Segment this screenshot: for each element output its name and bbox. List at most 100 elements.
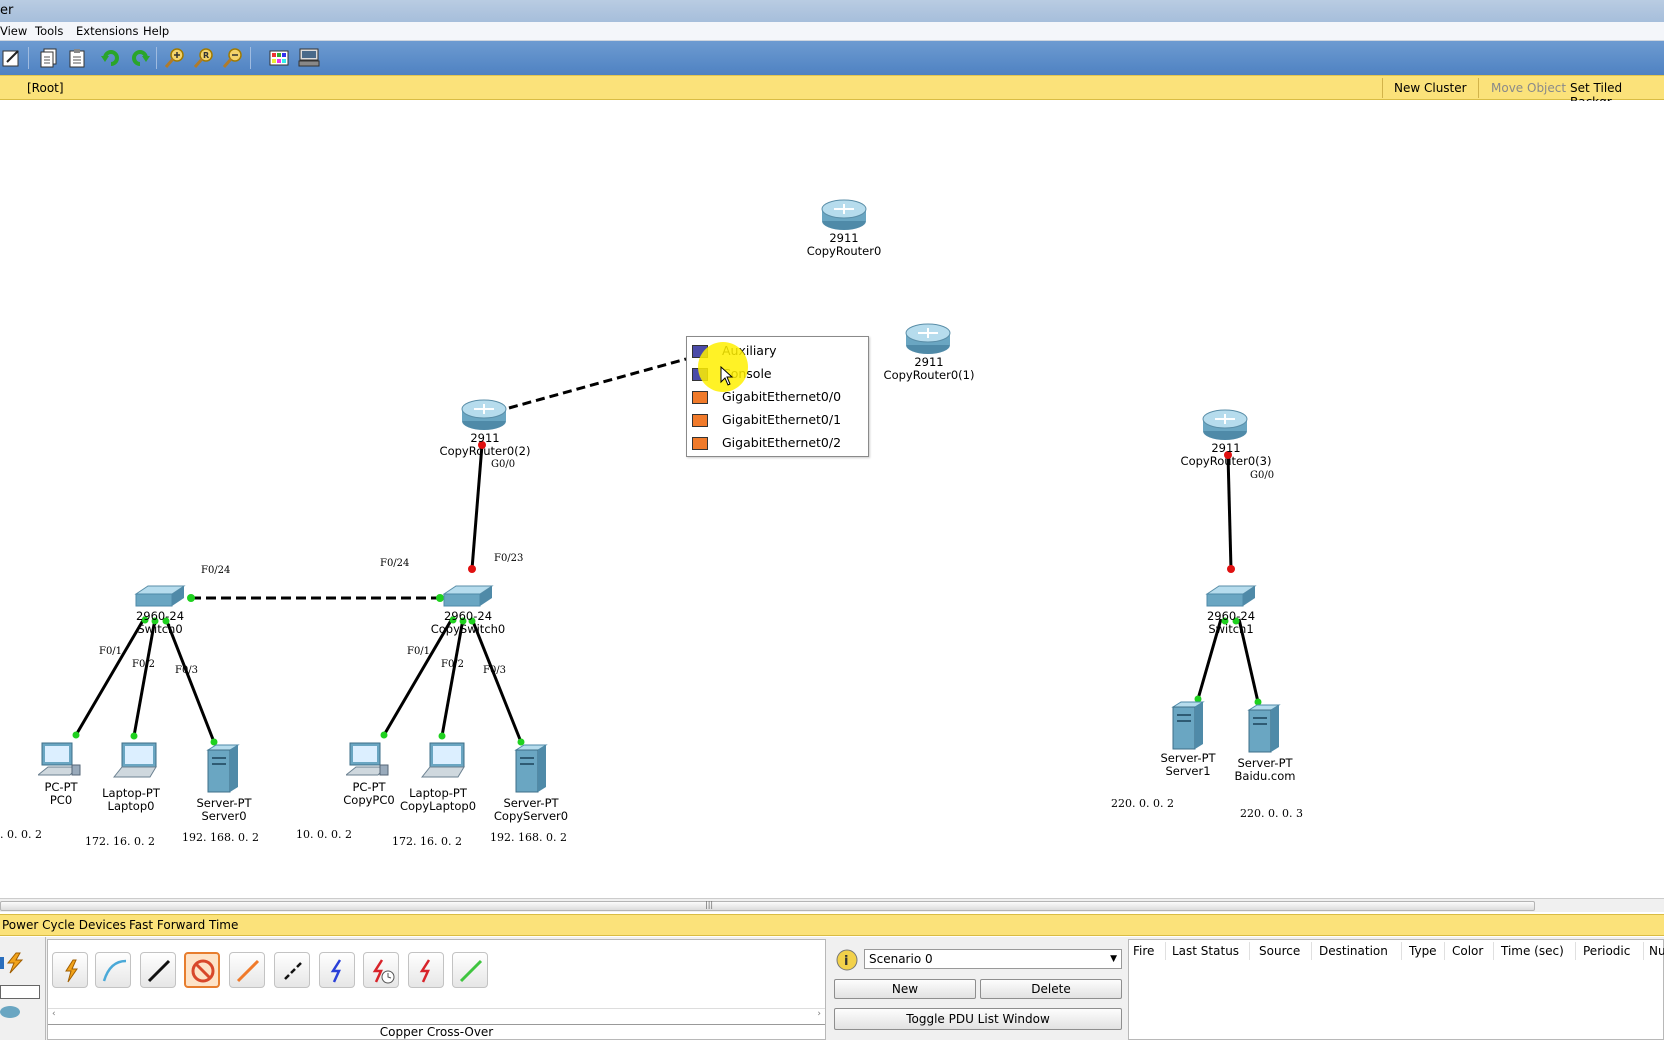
zoom-reset-icon[interactable]: R xyxy=(192,46,216,70)
copylaptop0-label: Laptop-PT CopyLaptop0 xyxy=(399,786,477,813)
laptop0-label: Laptop-PT Laptop0 xyxy=(102,786,160,813)
scenario-select[interactable]: Scenario 0 ▼ xyxy=(864,949,1122,969)
root-label[interactable]: [Root] xyxy=(27,81,64,95)
delete-scenario-button[interactable]: Delete xyxy=(980,979,1122,999)
pc-icon[interactable] xyxy=(346,741,392,781)
connection-panel-scrollbar[interactable]: ‹ › xyxy=(48,1008,825,1022)
switch1-label: 2960-24 Switch1 xyxy=(1206,609,1256,636)
router1-label: 2911 CopyRouter0(1) xyxy=(883,355,975,382)
console-cable[interactable] xyxy=(508,357,687,410)
move-object-button[interactable]: Move Object xyxy=(1491,81,1566,95)
server-icon[interactable] xyxy=(514,744,548,794)
fiber-button[interactable] xyxy=(229,952,265,988)
copy-icon[interactable] xyxy=(37,46,61,70)
svg-text:R: R xyxy=(203,51,209,60)
pdu-column-source[interactable]: Source xyxy=(1259,944,1300,958)
cloud-icon xyxy=(0,1006,20,1018)
link-copyswitch0-copyserver0[interactable] xyxy=(470,618,523,743)
port-menu-item-gig02[interactable]: GigabitEthernet0/2 xyxy=(687,432,870,455)
router2-label: 2911 CopyRouter0(2) xyxy=(439,431,531,458)
pdu-column-periodic[interactable]: Periodic xyxy=(1583,944,1630,958)
copper-straight-button[interactable] xyxy=(140,952,176,988)
copyswitch0-label: 2960-24 CopySwitch0 xyxy=(430,609,506,636)
server1-label: Server-PT Server1 xyxy=(1160,751,1216,778)
zoom-in-icon[interactable] xyxy=(163,46,187,70)
router-icon[interactable] xyxy=(460,399,508,431)
device-dialog-icon[interactable] xyxy=(297,46,321,70)
switch0-label: 2960-24 Switch0 xyxy=(135,609,185,636)
link-router2-copyswitch0[interactable] xyxy=(470,444,484,570)
new-cluster-button[interactable]: New Cluster xyxy=(1394,81,1467,95)
pdu-column-type[interactable]: Type xyxy=(1409,944,1437,958)
redo-icon[interactable] xyxy=(128,46,152,70)
menu-tools[interactable]: Tools xyxy=(35,24,63,38)
auto-connection-button[interactable] xyxy=(52,952,88,988)
workspace-horizontal-scrollbar[interactable]: ||| xyxy=(0,898,1664,912)
address-label: 220. 0. 0. 3 xyxy=(1240,807,1303,820)
paste-icon[interactable] xyxy=(66,46,90,70)
pdu-column-fire[interactable]: Fire xyxy=(1133,944,1154,958)
switch-icon[interactable] xyxy=(442,584,494,610)
undo-icon[interactable] xyxy=(99,46,123,70)
link-copyswitch0-copylaptop0[interactable] xyxy=(440,618,465,737)
pdu-column-last-status[interactable]: Last Status xyxy=(1172,944,1239,958)
new-scenario-button[interactable]: New xyxy=(834,979,976,999)
menu-bar: View Tools Extensions Help xyxy=(0,22,1664,41)
address-label: 192. 168. 0. 2 xyxy=(490,831,567,844)
server-icon[interactable] xyxy=(1247,704,1281,754)
palette-icon[interactable] xyxy=(267,46,291,70)
port-label: F0/24 xyxy=(201,565,231,576)
serial-dte-button[interactable] xyxy=(408,952,444,988)
pdu-column-color[interactable]: Color xyxy=(1452,944,1483,958)
laptop-icon[interactable] xyxy=(420,741,468,781)
fast-forward-button[interactable]: Fast Forward Time xyxy=(129,918,238,932)
pencil-new-icon[interactable] xyxy=(0,46,24,70)
toggle-pdu-list-button[interactable]: Toggle PDU List Window xyxy=(834,1008,1122,1030)
svg-text:i: i xyxy=(844,954,848,969)
link-switch0-server0[interactable] xyxy=(164,618,216,743)
connections-category-icon[interactable] xyxy=(0,951,34,975)
port-label: F0/24 xyxy=(380,558,410,569)
pdu-column-destination[interactable]: Destination xyxy=(1319,944,1388,958)
address-label: 172. 16. 0. 2 xyxy=(85,835,155,848)
router0-label: 2911 CopyRouter0 xyxy=(806,231,882,258)
copyserver0-label: Server-PT CopyServer0 xyxy=(493,796,569,823)
phone-cable-button[interactable] xyxy=(274,952,310,988)
port-label: F0/23 xyxy=(494,553,524,564)
menu-help[interactable]: Help xyxy=(143,24,169,38)
switch-icon[interactable] xyxy=(134,584,186,610)
router-icon[interactable] xyxy=(904,323,952,355)
port-label: F0/2 xyxy=(132,659,156,670)
menu-view[interactable]: View xyxy=(0,24,27,38)
copper-crossover-button[interactable] xyxy=(184,952,220,988)
router3-label: 2911 CopyRouter0(3) xyxy=(1180,441,1272,468)
info-icon[interactable]: i xyxy=(836,949,858,971)
main-toolbar: R xyxy=(0,41,1664,75)
logical-workspace[interactable]: 2911 CopyRouter0 2911 CopyRouter0(1) 2911 C… xyxy=(0,101,1664,900)
server-icon[interactable] xyxy=(206,744,240,794)
link-router3-switch1[interactable] xyxy=(1226,454,1233,570)
coaxial-button[interactable] xyxy=(319,952,355,988)
server-icon[interactable] xyxy=(1171,701,1205,751)
switch-icon[interactable] xyxy=(1205,584,1257,610)
logical-workspace-bar: [Root] New Cluster Move Object Set Tiled… xyxy=(0,75,1664,109)
pdu-column-num[interactable]: Num xyxy=(1649,944,1664,958)
router-icon[interactable] xyxy=(820,199,868,231)
link-switch0-laptop0[interactable] xyxy=(132,618,157,737)
console-cable-button[interactable] xyxy=(95,952,131,988)
serial-dce-button[interactable] xyxy=(363,952,399,988)
power-cycle-button[interactable]: Power Cycle Devices xyxy=(2,918,126,932)
packet-tracer-window: er View Tools Extensions Help R [Root] N… xyxy=(0,0,1664,1040)
pc-icon[interactable] xyxy=(38,741,84,781)
pdu-list-table: Fire Last Status Source Destination Type… xyxy=(1128,939,1664,1040)
zoom-out-icon[interactable] xyxy=(221,46,245,70)
octal-cable-button[interactable] xyxy=(452,952,488,988)
laptop-icon[interactable] xyxy=(112,741,160,781)
pdu-column-time[interactable]: Time (sec) xyxy=(1501,944,1564,958)
port-menu-item-gig01[interactable]: GigabitEthernet0/1 xyxy=(687,409,870,432)
menu-extensions[interactable]: Extensions xyxy=(76,24,138,38)
address-label: 10. 0. 0. 2 xyxy=(296,828,352,841)
router-icon[interactable] xyxy=(1201,409,1249,441)
category-search-field[interactable] xyxy=(0,985,40,999)
address-label: 220. 0. 0. 2 xyxy=(1111,797,1174,810)
